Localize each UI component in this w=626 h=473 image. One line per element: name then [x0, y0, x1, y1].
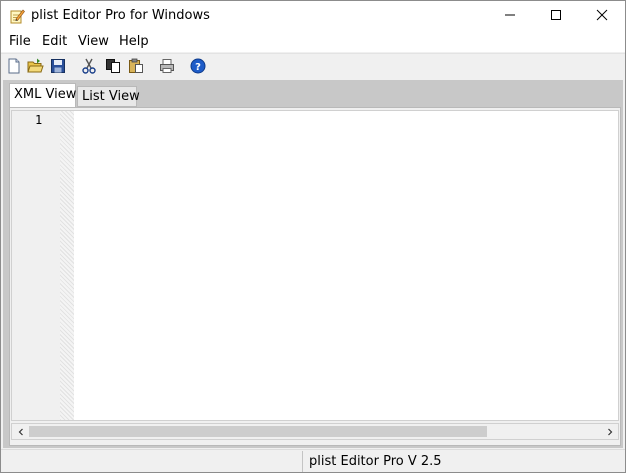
- close-icon: [596, 9, 608, 24]
- title-bar[interactable]: plist Editor Pro for Windows: [1, 1, 625, 31]
- line-number-gutter: 1: [12, 111, 74, 420]
- horizontal-scrollbar[interactable]: [11, 423, 619, 440]
- menu-edit[interactable]: Edit: [42, 34, 67, 49]
- xml-editor: 1: [11, 110, 619, 421]
- minimize-button[interactable]: [487, 1, 533, 31]
- open-folder-icon[interactable]: [26, 57, 44, 75]
- tab-pane-xml-view: 1: [9, 107, 621, 446]
- save-icon[interactable]: [49, 57, 67, 75]
- maximize-button[interactable]: [533, 1, 579, 31]
- tab-xml-view[interactable]: XML View: [9, 83, 76, 107]
- help-icon[interactable]: ?: [189, 57, 207, 75]
- status-version-text: plist Editor Pro V 2.5: [309, 454, 442, 469]
- scroll-left-icon[interactable]: [12, 424, 29, 439]
- cut-icon[interactable]: [80, 57, 98, 75]
- fold-margin[interactable]: [60, 111, 74, 420]
- menu-help[interactable]: Help: [119, 34, 149, 49]
- maximize-icon: [550, 9, 562, 24]
- paste-icon[interactable]: [127, 57, 145, 75]
- minimize-icon: [504, 9, 516, 24]
- print-icon[interactable]: [158, 57, 176, 75]
- close-button[interactable]: [579, 1, 625, 31]
- menu-bar: File Edit View Help: [1, 31, 625, 52]
- status-bar: plist Editor Pro V 2.5: [1, 449, 625, 472]
- client-area: List View 1 XML View: [3, 80, 623, 448]
- app-window: plist Editor Pro for Windows File Edit V…: [0, 0, 626, 473]
- line-number: 1: [35, 113, 43, 127]
- status-pane-left: [1, 451, 303, 472]
- tab-list-view[interactable]: List View: [77, 86, 140, 107]
- notepad-pencil-icon: [9, 8, 25, 24]
- menu-view[interactable]: View: [78, 34, 109, 49]
- window-title: plist Editor Pro for Windows: [31, 8, 210, 23]
- copy-icon[interactable]: [104, 57, 122, 75]
- scroll-thumb[interactable]: [29, 426, 487, 437]
- toolbar: ?: [1, 53, 625, 78]
- menu-file[interactable]: File: [9, 34, 31, 49]
- new-file-icon[interactable]: [5, 57, 23, 75]
- xml-text-area[interactable]: [74, 111, 618, 420]
- svg-text:?: ?: [195, 62, 201, 73]
- scroll-right-icon[interactable]: [601, 424, 618, 439]
